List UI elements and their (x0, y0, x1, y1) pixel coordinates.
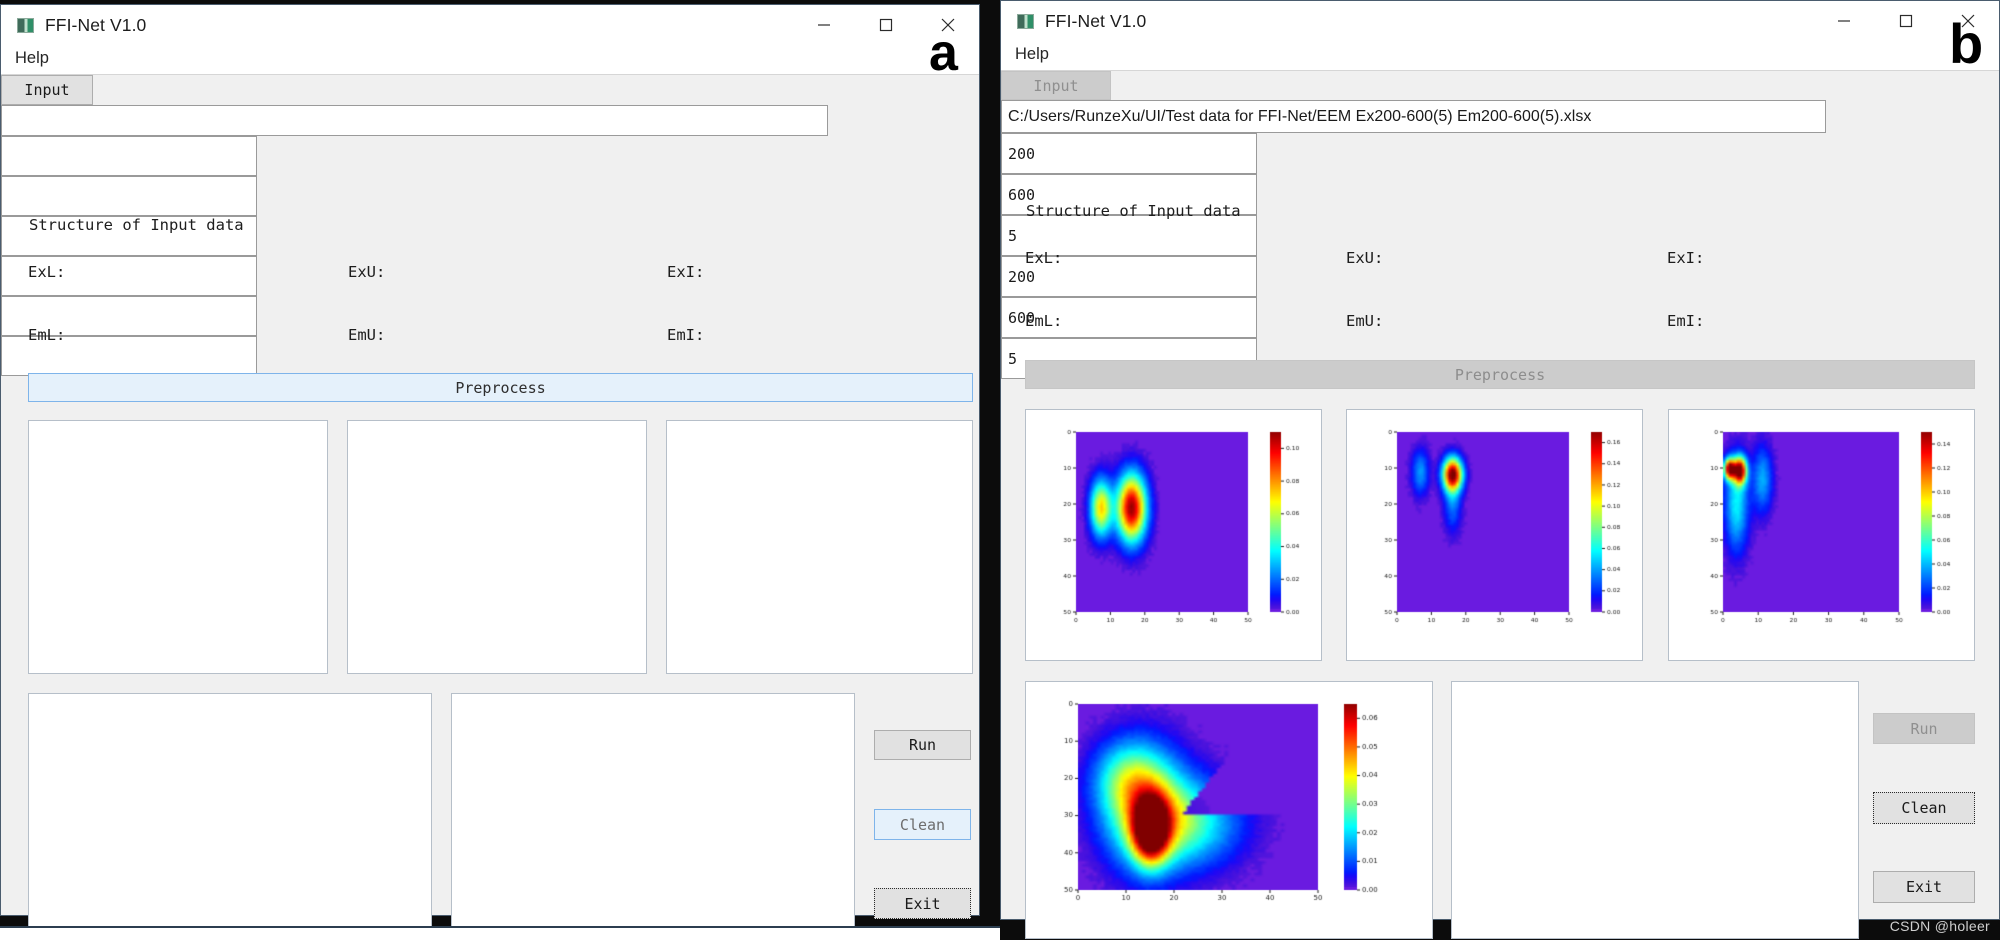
window-ffi-net-b: FFI-Net V1.0 Help b Input C:/Users/Runze… (1000, 0, 2000, 920)
field-label-exi-a: ExI: (667, 263, 704, 281)
watermark-label: CSDN @holeer (1890, 918, 1990, 934)
field-label-emi-a: EmI: (667, 326, 704, 344)
run-button-a[interactable]: Run (874, 730, 971, 760)
field-label-exu-b: ExU: (1346, 249, 1383, 267)
menubar-b: Help (1001, 41, 1999, 71)
structure-section-label-a: Structure of Input data (29, 216, 244, 234)
window-ffi-net-a: FFI-Net V1.0 Help a Input Structure of I… (0, 4, 980, 916)
maximize-button[interactable] (1875, 1, 1937, 41)
field-label-exl-a: ExL: (28, 263, 65, 281)
app-logo-icon (17, 18, 34, 33)
field-input-exl-b[interactable]: 200 (1001, 133, 1257, 174)
exit-button-b[interactable]: Exit (1873, 871, 1975, 903)
client-area-a: a Input Structure of Input data ExL: ExU… (1, 75, 979, 915)
field-label-eml-a: EmL: (28, 326, 65, 344)
exit-button-a[interactable]: Exit (874, 888, 971, 919)
input-path-field-b[interactable]: C:/Users/RunzeXu/UI/Test data for FFI-Ne… (1001, 100, 1826, 133)
maximize-button[interactable] (855, 5, 917, 45)
plot-component-1-b[interactable] (1025, 409, 1322, 661)
field-label-exi-b: ExI: (1667, 249, 1704, 267)
menu-item-help[interactable]: Help (5, 47, 59, 72)
clean-button-b[interactable]: Clean (1873, 792, 1975, 824)
panel-label-a: a (929, 27, 958, 79)
plot-reconstructed-a[interactable] (28, 693, 432, 940)
menubar-a: Help (1, 45, 979, 75)
plot-component-2-a[interactable] (347, 420, 647, 674)
preprocess-button-a[interactable]: Preprocess (28, 373, 973, 402)
clean-button-a[interactable]: Clean (874, 809, 971, 840)
input-path-field-a[interactable] (1, 105, 828, 136)
field-label-emu-a: EmU: (348, 326, 385, 344)
heatmap-canvas-component-3 (1669, 410, 1975, 661)
screen-root: FFI-Net V1.0 Help a Input Structure of I… (0, 0, 2000, 940)
input-button-b[interactable]: Input (1001, 71, 1111, 100)
minimize-button[interactable] (793, 5, 855, 45)
plot-component-1-a[interactable] (28, 420, 328, 674)
field-label-emi-b: EmI: (1667, 312, 1704, 330)
menu-item-help[interactable]: Help (1005, 43, 1059, 68)
heatmap-canvas-reconstructed (1026, 682, 1433, 939)
preprocess-button-b[interactable]: Preprocess (1025, 360, 1975, 389)
titlebar-a[interactable]: FFI-Net V1.0 (1, 5, 979, 45)
field-label-emu-b: EmU: (1346, 312, 1383, 330)
heatmap-canvas-component-1 (1026, 410, 1322, 661)
app-logo-icon (1017, 14, 1034, 29)
heatmap-canvas-component-2 (1347, 410, 1643, 661)
field-label-exu-a: ExU: (348, 263, 385, 281)
plot-extra-a[interactable] (451, 693, 855, 940)
field-label-eml-b: EmL: (1025, 312, 1062, 330)
plot-extra-b[interactable] (1451, 681, 1859, 939)
plot-reconstructed-b[interactable] (1025, 681, 1433, 939)
window-title-a: FFI-Net V1.0 (45, 15, 146, 36)
plot-component-3-a[interactable] (666, 420, 973, 674)
client-area-b: b Input C:/Users/RunzeXu/UI/Test data fo… (1001, 71, 1999, 919)
window-title-b: FFI-Net V1.0 (1045, 11, 1146, 32)
panel-label-b: b (1949, 16, 1983, 72)
plot-component-2-b[interactable] (1346, 409, 1643, 661)
structure-section-label-b: Structure of Input data (1026, 202, 1241, 220)
minimize-button[interactable] (1813, 1, 1875, 41)
plot-component-3-b[interactable] (1668, 409, 1975, 661)
field-label-exl-b: ExL: (1025, 249, 1062, 267)
taskbar-strip (0, 926, 1000, 940)
run-button-b[interactable]: Run (1873, 713, 1975, 744)
input-button-a[interactable]: Input (1, 75, 93, 105)
titlebar-b[interactable]: FFI-Net V1.0 (1001, 1, 1999, 41)
field-input-exl-a[interactable] (1, 136, 257, 176)
field-input-exu-a[interactable] (1, 176, 257, 216)
